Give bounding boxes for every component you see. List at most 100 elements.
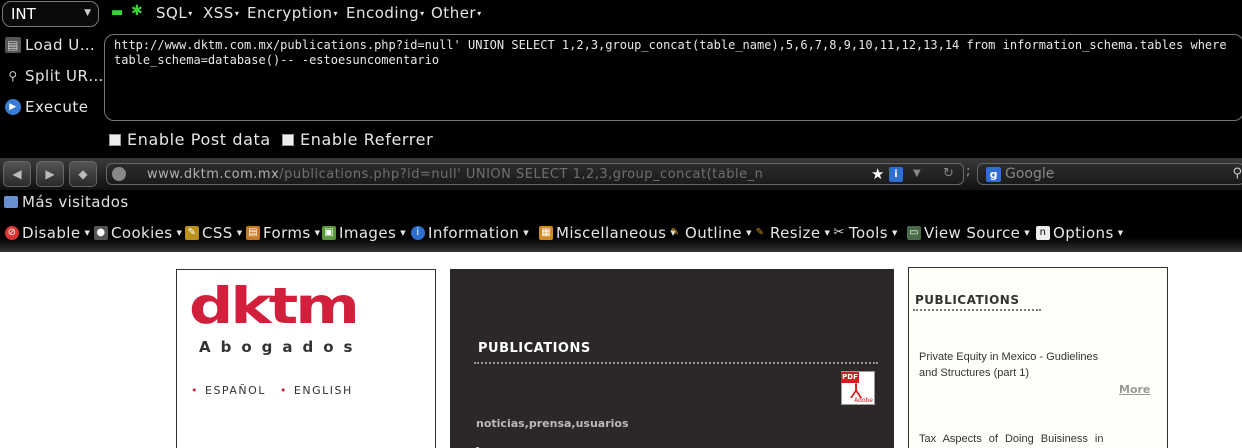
miscellaneous-icon: ▦ bbox=[539, 226, 553, 240]
dev-cookies[interactable]: ● Cookies ▼ bbox=[94, 224, 182, 242]
menu-xss[interactable]: XSS▾ bbox=[203, 4, 239, 22]
menu-sql[interactable]: SQL▾ bbox=[156, 4, 193, 22]
split-icon: ⚲ bbox=[8, 69, 18, 83]
menu-encoding-label: Encoding bbox=[346, 4, 420, 22]
chevron-down-icon: ▾ bbox=[420, 9, 425, 18]
dev-tools[interactable]: ✂ Tools ▼ bbox=[832, 224, 898, 242]
execute-label: Execute bbox=[25, 98, 89, 116]
bookmark-star-icon[interactable]: ★ bbox=[871, 165, 884, 183]
menu-encryption[interactable]: Encryption▾ bbox=[247, 4, 338, 22]
chevron-down-icon: ▼ bbox=[523, 229, 530, 237]
navigation-bar: ◀ ▶ ◆ www.dktm.com.mx/publications.php?i… bbox=[0, 158, 1242, 190]
enable-referrer-checkbox[interactable]: Enable Referrer bbox=[282, 130, 433, 149]
forward-arrow-icon: ▶ bbox=[45, 167, 55, 181]
dev-css-label: CSS bbox=[202, 224, 233, 242]
dev-resize-label: Resize bbox=[770, 224, 821, 242]
checkbox-icon bbox=[282, 133, 294, 146]
menu-other[interactable]: Other▾ bbox=[431, 4, 482, 22]
cookie-icon: ● bbox=[94, 226, 108, 240]
execute-button[interactable]: ▶ Execute bbox=[5, 98, 89, 116]
divider bbox=[913, 309, 1041, 311]
url-host: www.dktm.com.mx bbox=[147, 167, 280, 182]
site-logo[interactable]: dktm bbox=[189, 281, 360, 331]
publication-item[interactable]: Private Equity in Mexico - Gudielines an… bbox=[919, 349, 1109, 381]
bookmark-most-visited[interactable]: Más visitados bbox=[4, 193, 129, 211]
url-path: /publications.php?id=null' UNION SELECT … bbox=[279, 167, 764, 182]
pdf-icon[interactable]: PDF ⅄ Adobe bbox=[841, 371, 875, 405]
search-box[interactable]: g Google ⚲ bbox=[977, 163, 1242, 185]
dev-disable-label: Disable bbox=[22, 224, 81, 242]
info-icon[interactable]: i bbox=[889, 167, 903, 182]
more-link[interactable]: More bbox=[1119, 383, 1150, 396]
dev-forms[interactable]: ▤ Forms ▼ bbox=[246, 224, 320, 242]
dev-images[interactable]: ▣ Images ▼ bbox=[322, 224, 406, 242]
dropdown-arrow-icon[interactable]: ▼ bbox=[913, 168, 921, 179]
home-button[interactable]: ◆ bbox=[69, 161, 97, 187]
decrease-icon[interactable]: ▬ bbox=[111, 5, 123, 20]
pdf-vendor: Adobe bbox=[854, 397, 873, 404]
main-section-title: PUBLICATIONS bbox=[478, 341, 591, 356]
forms-icon: ▤ bbox=[246, 226, 260, 240]
back-arrow-icon: ◀ bbox=[12, 167, 22, 181]
chevron-down-icon: ▾ bbox=[234, 9, 240, 18]
site-logo-subtitle: Abogados bbox=[199, 338, 363, 356]
chevron-down-icon: ▼ bbox=[400, 229, 406, 237]
play-icon: ▶ bbox=[5, 99, 21, 115]
dev-images-label: Images bbox=[339, 224, 397, 242]
web-page: dktm Abogados ESPAÑOL ENGLISH PUBLICATIO… bbox=[0, 252, 1242, 448]
information-icon: i bbox=[411, 226, 425, 240]
dev-options-label: Options bbox=[1053, 224, 1114, 242]
chevron-down-icon: ▼ bbox=[1024, 229, 1031, 237]
enable-post-checkbox[interactable]: Enable Post data bbox=[109, 130, 271, 149]
web-developer-toolbar: ⊘ Disable ▼ ● Cookies ▼ ✎ CSS ▼ ▤ Forms ▼ ▣ Image… bbox=[0, 216, 1242, 252]
load-icon: ▤ bbox=[5, 37, 21, 53]
checkbox-icon bbox=[109, 133, 121, 146]
menu-other-label: Other bbox=[431, 4, 477, 22]
dev-disable[interactable]: ⊘ Disable ▼ bbox=[5, 224, 90, 242]
split-url-button[interactable]: ⚲ Split UR… bbox=[5, 67, 104, 85]
dev-information-label: Information bbox=[428, 224, 520, 242]
dev-css[interactable]: ✎ CSS ▼ bbox=[185, 224, 243, 242]
google-icon[interactable]: g bbox=[986, 167, 1001, 182]
enable-post-label: Enable Post data bbox=[127, 130, 271, 149]
language-links: ESPAÑOL ENGLISH bbox=[191, 384, 353, 397]
injection-output-text: noticias,prensa,usuarios bbox=[476, 417, 629, 430]
back-button[interactable]: ◀ bbox=[3, 161, 31, 187]
bookmark-most-visited-label: Más visitados bbox=[22, 193, 129, 211]
chevron-down-icon: ▼ bbox=[84, 8, 91, 18]
dev-view-source-label: View Source bbox=[924, 224, 1021, 242]
sidebar-title: PUBLICATIONS bbox=[915, 293, 1020, 307]
folder-icon bbox=[4, 196, 18, 208]
url-text[interactable]: www.dktm.com.mx/publications.php?id=null… bbox=[147, 167, 867, 182]
menu-encoding[interactable]: Encoding▾ bbox=[346, 4, 425, 22]
hackbar-url-textarea[interactable]: http://www.dktm.com.mx/publications.php?… bbox=[104, 34, 1242, 121]
forward-button[interactable]: ▶ bbox=[36, 161, 64, 187]
search-icon[interactable]: ⚲ bbox=[1232, 166, 1242, 181]
gem-icon: ◆ bbox=[78, 167, 88, 181]
dev-resize[interactable]: ✎ Resize ▼ bbox=[753, 224, 830, 242]
hackbar-type-select[interactable]: INT ▼ bbox=[2, 1, 99, 27]
menu-sql-label: SQL bbox=[156, 4, 188, 22]
dev-options[interactable]: n Options ▼ bbox=[1036, 224, 1123, 242]
url-bar[interactable]: www.dktm.com.mx/publications.php?id=null… bbox=[106, 163, 964, 185]
images-icon: ▣ bbox=[322, 226, 336, 240]
dev-forms-label: Forms bbox=[263, 224, 311, 242]
split-url-label: Split UR… bbox=[25, 67, 104, 85]
css-icon: ✎ bbox=[185, 226, 199, 240]
main-column: PUBLICATIONS PDF ⅄ Adobe noticias,prensa… bbox=[450, 269, 894, 448]
chevron-down-icon: ▼ bbox=[84, 229, 91, 237]
publication-item[interactable]: Tax Aspects of Doing Buisiness in bbox=[919, 431, 1109, 447]
menu-xss-label: XSS bbox=[203, 4, 234, 22]
dev-outline[interactable]: ✎ Outline ▼ bbox=[668, 224, 752, 242]
dev-view-source[interactable]: ▭ View Source ▼ bbox=[907, 224, 1030, 242]
lang-english-link[interactable]: ENGLISH bbox=[280, 384, 353, 397]
dev-miscellaneous[interactable]: ▦ Miscellaneous ▼ bbox=[539, 224, 676, 242]
chevron-down-icon: ▼ bbox=[746, 229, 752, 237]
chevron-down-icon: ▼ bbox=[176, 229, 183, 237]
load-url-button[interactable]: ▤ Load U… bbox=[5, 36, 95, 54]
load-url-label: Load U… bbox=[25, 36, 96, 54]
lang-spanish-link[interactable]: ESPAÑOL bbox=[191, 384, 266, 397]
reload-icon[interactable]: ↻ bbox=[943, 166, 954, 181]
star-icon[interactable]: ✱ bbox=[131, 3, 143, 19]
dev-information[interactable]: i Information ▼ bbox=[411, 224, 529, 242]
